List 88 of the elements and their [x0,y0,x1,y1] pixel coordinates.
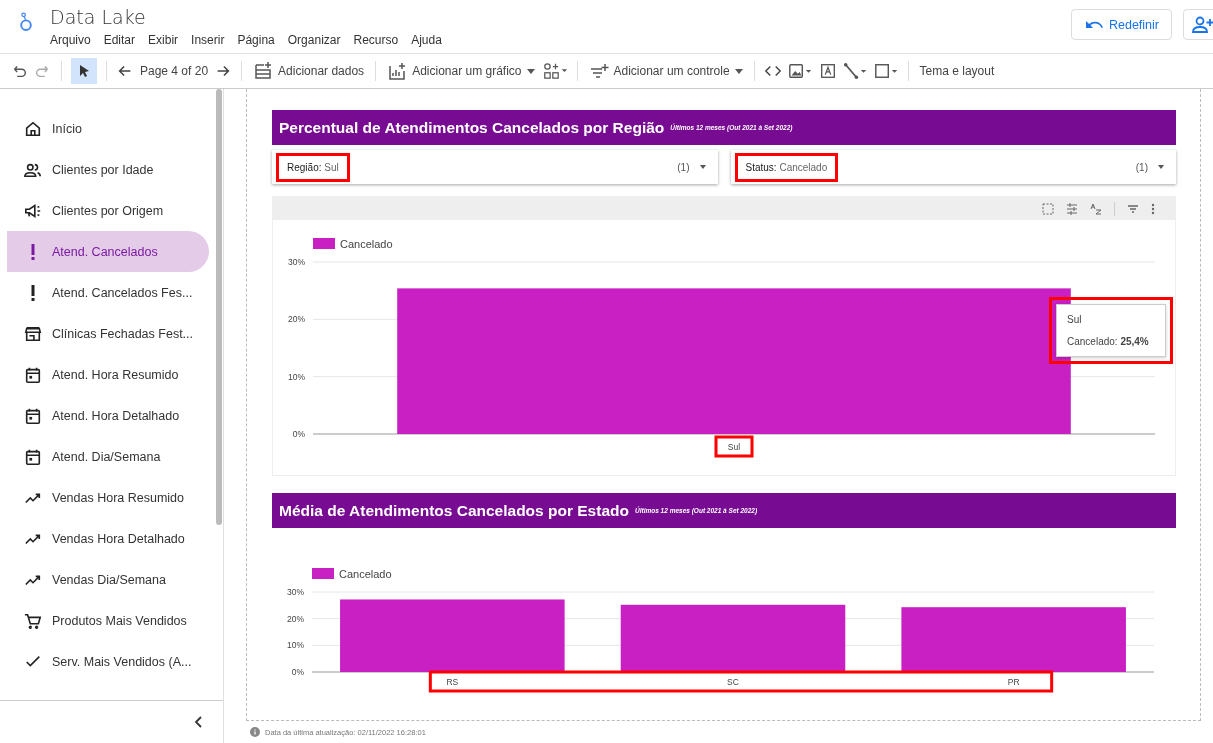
sidebar-item[interactable]: Vendas Hora Resumido [0,477,209,518]
sidebar-item[interactable]: Atend. Hora Resumido [0,354,209,395]
menu-item[interactable]: Recurso [353,33,399,47]
tooltip-title: Sul [1067,314,1083,325]
sidebar-item[interactable]: Atend. Cancelados [7,231,209,272]
calendar-icon [24,447,42,466]
menu-item[interactable]: Página [237,33,275,47]
sort-icon[interactable] [1090,202,1102,215]
more-icon[interactable] [1151,202,1155,215]
exclamation-icon [31,243,35,260]
line-icon[interactable] [842,62,868,80]
add-data-button[interactable]: Adicionar dados [251,61,367,81]
image-icon[interactable] [787,62,813,80]
sidebar-item[interactable]: Atend. Hora Detalhado [0,395,209,436]
y-axis-label: 0% [291,667,304,677]
rectangle-icon[interactable] [873,62,899,80]
store-icon [24,324,42,343]
chart-add-icon [387,61,408,81]
home-icon [24,119,42,138]
report-title[interactable]: Data Lake [50,6,442,28]
filter-label: Região: Sul [276,152,350,182]
y-axis-label: 30% [287,587,304,597]
menu-item[interactable]: Ajuda [411,33,442,47]
y-axis-label: 10% [287,640,304,651]
legend-swatch [312,568,334,579]
share-button[interactable] [1183,9,1213,40]
sidebar-item[interactable]: Serv. Mais Vendidos (A... [0,641,209,682]
bar[interactable] [620,604,846,672]
sidebar-item[interactable]: Clientes por Idade [0,149,209,190]
x-axis-label: SC [727,677,739,687]
section-title: Média de Atendimentos Cancelados por Estado [279,501,629,520]
sliders-icon[interactable] [1066,202,1078,215]
collapse-icon[interactable] [193,715,203,729]
menu-item[interactable]: Inserir [191,33,225,47]
y-axis-label: 20% [287,613,304,624]
tooltip-value: Cancelado: 25,4% [1067,336,1150,347]
menu-item[interactable]: Editar [103,33,136,47]
menu-item[interactable]: Exibir [148,33,179,47]
cart-icon [24,611,42,630]
caret-icon [699,165,706,169]
add-person-icon [1192,15,1213,34]
sidebar-item[interactable]: Atend. Dia/Semana [0,436,209,477]
text-box-icon[interactable] [818,62,837,80]
shapes-add-icon[interactable] [542,62,568,80]
logo-icon [18,10,34,34]
filter-count: (1) [677,161,690,173]
legend-label: Cancelado [339,568,392,580]
cursor-icon [77,64,91,78]
filter-label: Status: Cancelado [734,152,839,182]
caret-icon [526,68,535,74]
add-control-button[interactable]: Adicionar um controle [586,61,745,81]
sidebar-item[interactable]: Vendas Dia/Semana [0,559,209,600]
y-axis-label: 10% [288,371,305,382]
x-axis-label: RS [446,677,459,687]
filter-control[interactable]: Status: Cancelado (1) [730,150,1176,184]
section-title: Percentual de Atendimentos Cancelados por Região [279,118,665,137]
info-icon [250,727,260,737]
sidebar-item[interactable]: Vendas Hora Detalhado [0,518,209,559]
sidebar-item[interactable]: Clientes por Origem [0,190,209,231]
calendar-icon [24,365,42,384]
caret-icon [1158,165,1164,169]
megaphone-icon [24,201,42,220]
caret-icon [734,68,743,74]
x-axis-label: PR [1007,677,1020,687]
filter-control[interactable]: Região: Sul (1) [272,150,718,184]
y-axis-label: 20% [288,314,305,325]
menu-item[interactable]: Organizar [287,33,341,47]
calendar-icon [24,406,42,425]
x-axis-label: Sul [727,442,741,452]
menu-item[interactable]: Arquivo [50,33,91,47]
sidebar-item[interactable]: Clínicas Fechadas Fest... [0,313,209,354]
add-data-icon [253,61,274,81]
page-indicator: Page 4 of 20 [140,64,209,78]
add-chart-button[interactable]: Adicionar um gráfico [385,61,537,81]
filter-count: (1) [1135,161,1148,173]
legend-swatch [313,238,335,249]
y-axis-label: 30% [288,257,305,267]
select-tool-button[interactable] [71,58,97,84]
y-axis-label: 0% [292,429,305,439]
filter-icon[interactable] [1127,202,1139,215]
reset-button[interactable]: Redefinir [1070,9,1172,40]
legend-label: Cancelado [340,238,393,250]
exclamation-icon [31,284,35,301]
filter-add-icon [588,61,609,81]
sidebar-item[interactable]: Produtos Mais Vendidos [0,600,209,641]
theme-layout-button[interactable]: Tema e layout [917,64,997,78]
sidebar-item[interactable]: Início [0,108,209,149]
sidebar-item[interactable]: Atend. Cancelados Fes... [0,272,209,313]
